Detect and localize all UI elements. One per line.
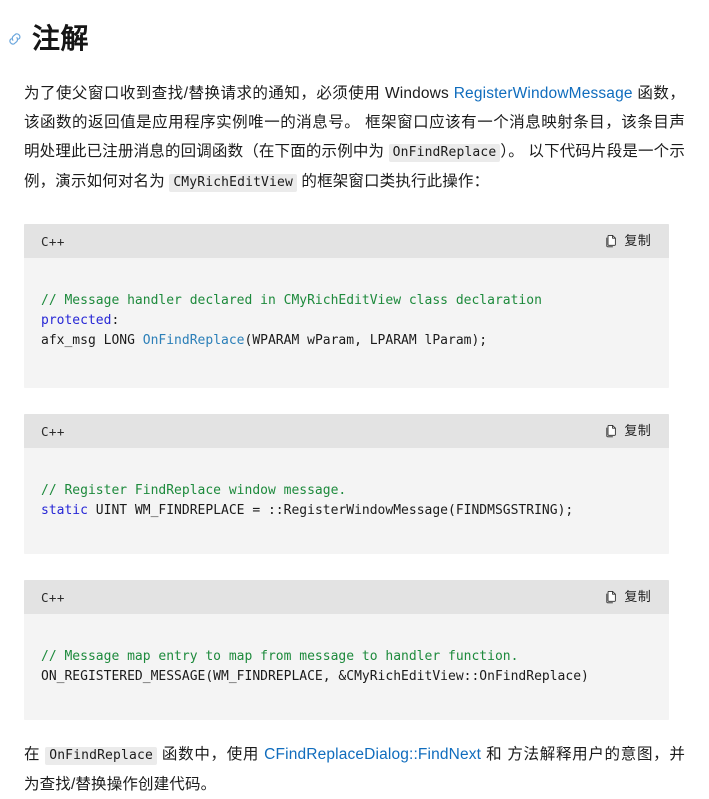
code-token-fn: OnFindReplace [142, 333, 245, 348]
code-token-plain: : [111, 313, 120, 328]
code-block-header: C++ 复制 [24, 580, 669, 614]
code-token-plain: (WPARAM wParam, LPARAM lParam); [244, 333, 488, 348]
code-block: C++ 复制 // Message map entry to map from me… [24, 580, 669, 720]
copy-button-label: 复制 [624, 589, 651, 605]
link-anchor-icon[interactable] [6, 30, 24, 48]
outro-text-part-1: 在 [24, 746, 46, 763]
inline-code-onfindreplace: OnFindReplace [388, 144, 501, 162]
code-token-comment: // Message map entry to map from message… [41, 649, 519, 664]
code-block-header: C++ 复制 [24, 414, 669, 448]
code-token-plain: afx_msg LONG [41, 333, 143, 348]
intro-paragraph: 为了使父窗口收到查找/替换请求的通知，必须使用 Windows Register… [24, 79, 687, 197]
outro-paragraph: 在 OnFindReplace 函数中，使用 CFindReplaceDialo… [24, 740, 687, 799]
code-token-keyword: protected [41, 313, 112, 328]
page-title: 注解 [32, 22, 90, 55]
link-cfindreplacedialog-findnext[interactable]: CFindReplaceDialog::FindNext [264, 746, 481, 763]
code-language-label: C++ [41, 589, 65, 605]
code-token-comment: // Register FindReplace window message. [41, 483, 347, 498]
intro-text-part-4: 的框架窗口类执行此操作： [296, 173, 490, 190]
copy-button-label: 复制 [624, 233, 651, 249]
article-content: 注解 为了使父窗口收到查找/替换请求的通知，必须使用 Windows Regis… [0, 0, 709, 793]
link-registerwindowmessage[interactable]: RegisterWindowMessage [454, 85, 633, 102]
copy-icon [604, 590, 618, 605]
code-token-comment: // Message handler declared in CMyRichEd… [41, 293, 542, 308]
code-token-keyword: static [41, 503, 88, 518]
code-language-label: C++ [41, 233, 65, 249]
inline-code-onfindreplace-2: OnFindReplace [45, 747, 157, 765]
copy-button-label: 复制 [624, 423, 651, 439]
copy-icon [604, 424, 618, 439]
code-blocks-container: C++ 复制 // Message handler declared in CMyR… [24, 224, 687, 720]
code-token-plain: UINT WM_FINDREPLACE = ::RegisterWindowMe… [87, 503, 574, 518]
code-token-plain: ON_REGISTERED_MESSAGE(WM_FINDREPLACE, &C… [41, 669, 589, 684]
code-block-content: // Message map entry to map from message… [24, 627, 669, 707]
code-language-label: C++ [41, 423, 65, 439]
code-block: C++ 复制 // Register FindReplace window mess… [24, 414, 669, 554]
intro-text-part-1: 为了使父窗口收到查找/替换请求的通知，必须使用 Windows [24, 85, 454, 102]
code-block: C++ 复制 // Message handler declared in CMyR… [24, 224, 669, 388]
copy-code-button[interactable]: 复制 [602, 422, 653, 441]
copy-code-button[interactable]: 复制 [602, 232, 653, 251]
code-block-content: // Register FindReplace window message. … [24, 461, 669, 541]
inline-code-cmyricheditview: CMyRichEditView [169, 174, 297, 192]
code-block-content: // Message handler declared in CMyRichEd… [24, 271, 669, 375]
code-block-header: C++ 复制 [24, 224, 669, 258]
outro-text-part-2: 函数中，使用 [156, 746, 265, 763]
section-heading: 注解 [4, 0, 687, 59]
copy-icon [604, 234, 618, 249]
copy-code-button[interactable]: 复制 [602, 588, 653, 607]
